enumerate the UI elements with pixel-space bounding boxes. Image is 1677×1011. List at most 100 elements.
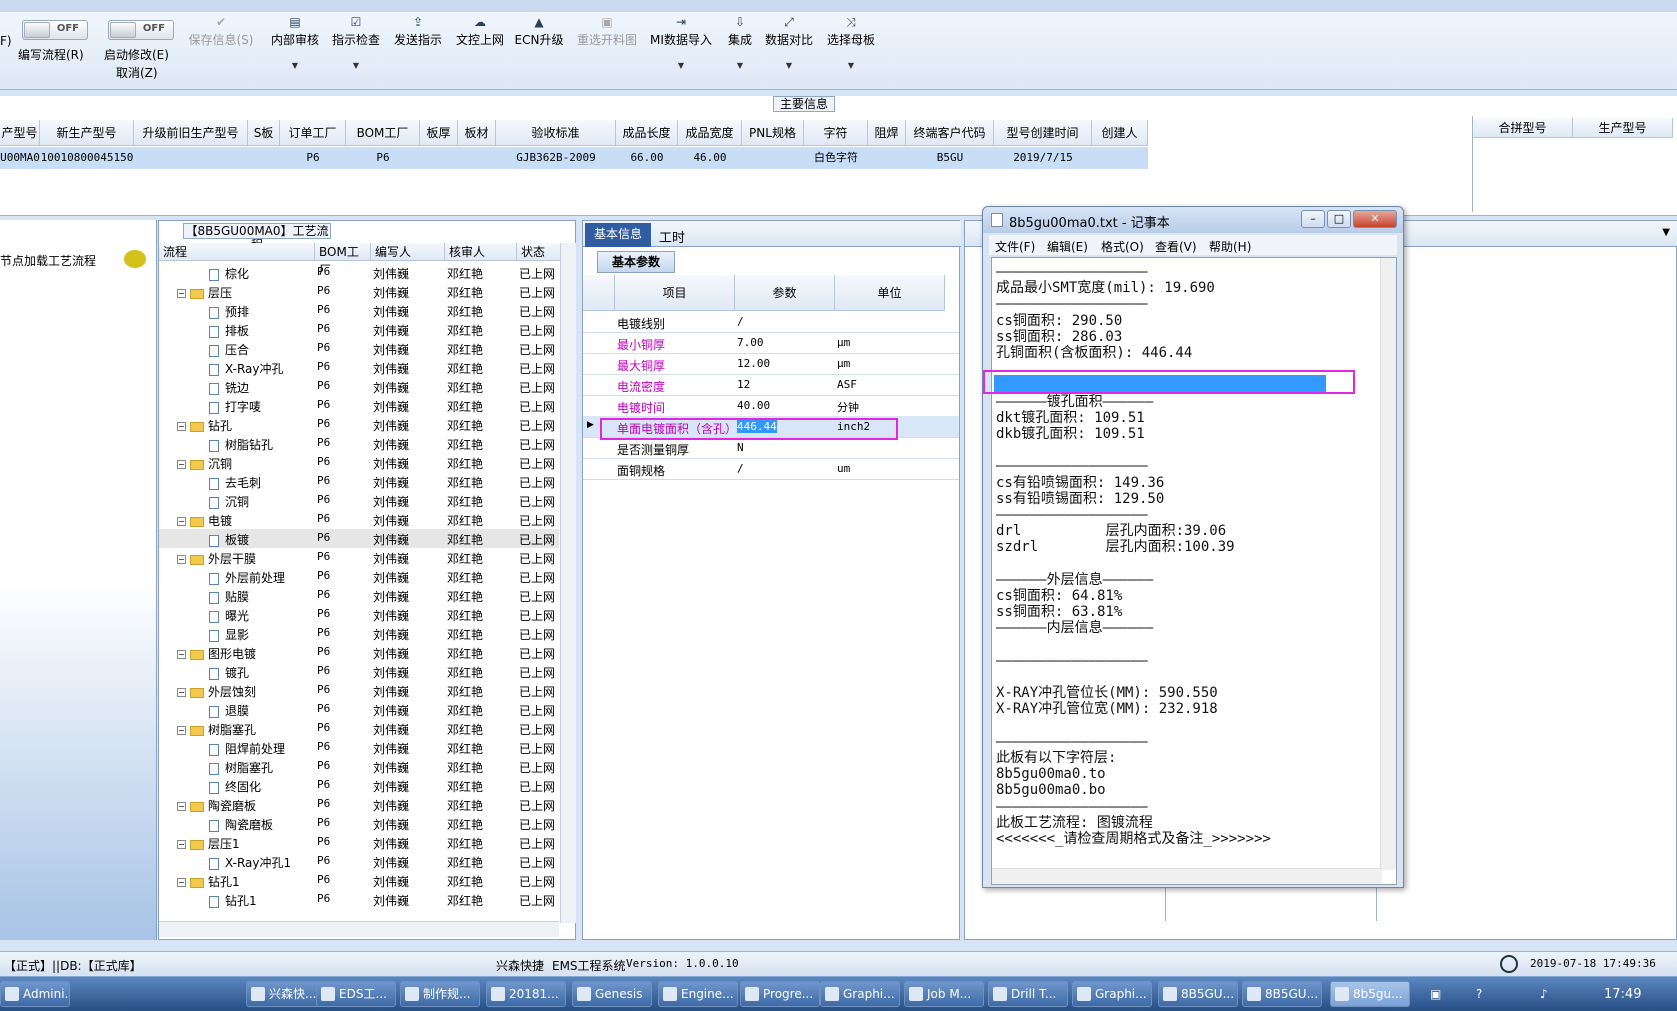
doc-control-online-button[interactable]: ☁ 文控上网 [452,12,508,82]
collapse-icon[interactable]: − [177,840,186,849]
column-header[interactable]: BOM工厂 [315,243,371,277]
param-row[interactable]: 是否测量铜厚 N [583,437,959,459]
tab-basic-info[interactable]: 基本信息 [585,223,651,247]
tree-node[interactable]: − 树脂塞孔 [177,721,256,738]
notepad-horizontal-scrollbar[interactable] [992,868,1382,884]
cell-bom-factory[interactable]: P6 [346,147,420,169]
collapse-icon[interactable]: − [177,422,186,431]
tree-node[interactable]: 压合 [209,341,249,358]
menu-view[interactable]: 查看(V) [1155,238,1197,255]
cell-new-model[interactable]: 10010800045150 [40,147,134,169]
column-header[interactable]: 项目 [615,275,735,311]
tree-node[interactable]: 外层前处理 [209,569,285,586]
tree-row[interactable]: − 外层蚀刻 P6 刘伟巍 邓红艳 已上网 [159,681,559,700]
subtab-basic-params[interactable]: 基本参数 [597,251,675,273]
column-header[interactable]: 新生产型号 [40,120,134,146]
tree-node[interactable]: 树脂钻孔 [209,436,273,453]
dropdown-arrow-icon[interactable]: ▼ [648,58,714,74]
edit-flow-label[interactable]: 编写流程(R) [18,46,84,63]
tree-node[interactable]: 曝光 [209,607,249,624]
menu-help[interactable]: 帮助(H) [1209,238,1251,255]
tree-row[interactable]: 压合 P6 刘伟巍 邓红艳 已上网 [159,339,559,358]
tree-row[interactable]: − 陶瓷磨板 P6 刘伟巍 邓红艳 已上网 [159,795,559,814]
tree-row[interactable]: 打字唛 P6 刘伟巍 邓红艳 已上网 [159,396,559,415]
cancel-label[interactable]: 取消(Z) [116,64,158,81]
column-header[interactable]: 验收标准 [496,120,616,146]
tree-row[interactable]: X-Ray冲孔 P6 刘伟巍 邓红艳 已上网 [159,358,559,377]
tree-row[interactable]: − 沉铜 P6 刘伟巍 邓红艳 已上网 [159,453,559,472]
tree-node[interactable]: 陶瓷磨板 [209,816,273,833]
cell-acceptance-standard[interactable]: GJB362B-2009 [496,147,616,169]
tree-node[interactable]: 钻孔1 [209,892,257,909]
tree-node[interactable]: X-Ray冲孔 [209,360,283,377]
tree-row[interactable]: 钻孔1 P6 刘伟巍 邓红艳 已上网 [159,890,559,909]
tree-row[interactable]: 板镀 P6 刘伟巍 邓红艳 已上网 [159,529,559,548]
collapse-icon[interactable]: − [177,555,186,564]
column-header[interactable]: 编写人 [371,243,445,261]
tree-row[interactable]: 树脂塞孔 P6 刘伟巍 邓红艳 已上网 [159,757,559,776]
chevron-down-icon[interactable]: ▼ [1662,227,1670,238]
param-row[interactable]: 电镀时间 40.00 分钟 [583,395,959,417]
internal-review-button[interactable]: ▤ 内部审核 ▼ [266,12,324,82]
column-header[interactable]: 字符 [804,120,868,146]
tree-row[interactable]: 去毛刺 P6 刘伟巍 邓红艳 已上网 [159,472,559,491]
tree-node[interactable]: 铣边 [209,379,249,396]
tree-node[interactable]: − 外层干膜 [177,550,256,567]
notepad-text-area[interactable]: —————————————————— 成品最小SMT宽度(mil): 19.690… [991,257,1397,885]
taskbar-button[interactable]: EDS工... [316,981,396,1007]
tree-node[interactable]: 棕化 [209,265,249,282]
column-header[interactable]: 创建人 [1092,120,1148,146]
tree-node[interactable]: 树脂塞孔 [209,759,273,776]
collapse-icon[interactable]: − [177,802,186,811]
tree-row[interactable]: 阻焊前处理 P6 刘伟巍 邓红艳 已上网 [159,738,559,757]
column-header[interactable]: 型号创建时间 [994,120,1092,146]
tree-node[interactable]: − 沉铜 [177,455,232,472]
notepad-titlebar[interactable]: 8b5gu00ma0.txt - 记事本 – □ ✕ [983,207,1403,233]
column-header[interactable]: 状态 [517,243,561,261]
column-header[interactable]: S板 [248,120,280,146]
start-modify-toggle[interactable]: OFF [108,20,174,40]
tree-node[interactable]: − 图形电镀 [177,645,256,662]
tree-row[interactable]: − 层压1 P6 刘伟巍 邓红艳 已上网 [159,833,559,852]
tree-node[interactable]: − 外层蚀刻 [177,683,256,700]
tree-row[interactable]: 陶瓷磨板 P6 刘伟巍 邓红艳 已上网 [159,814,559,833]
cell-length[interactable]: 66.00 [616,147,678,169]
tree-row[interactable]: 终固化 P6 刘伟巍 邓红艳 已上网 [159,776,559,795]
param-value[interactable]: / [737,315,744,328]
tree-row[interactable]: − 外层干膜 P6 刘伟巍 邓红艳 已上网 [159,548,559,567]
menu-edit[interactable]: 编辑(E) [1047,238,1088,255]
taskbar-button[interactable]: Graphi... [820,981,900,1007]
tree-row[interactable]: − 图形电镀 P6 刘伟巍 邓红艳 已上网 [159,643,559,662]
tree-row[interactable]: 排板 P6 刘伟巍 邓红艳 已上网 [159,320,559,339]
tree-node[interactable]: − 层压 [177,284,232,301]
tree-row[interactable]: −沉铜1 P6 刘伟巍 邓红艳 已上网 [159,909,559,913]
column-header[interactable]: 生产型号 [1573,118,1673,138]
tree-node[interactable]: 沉铜 [209,493,249,510]
tree-row[interactable]: 贴膜 P6 刘伟巍 邓红艳 已上网 [159,586,559,605]
ecn-upgrade-button[interactable]: ▲ ECN升级 [514,12,564,82]
dropdown-arrow-icon[interactable]: ▼ [764,58,814,74]
integrate-button[interactable]: ⇩ 集成 ▼ [724,12,756,82]
dropdown-arrow-icon[interactable]: ▼ [266,58,324,74]
tree-node[interactable]: 终固化 [209,778,261,795]
tree-row[interactable]: 曝光 P6 刘伟巍 邓红艳 已上网 [159,605,559,624]
tree-row[interactable]: 棕化 P6 刘伟巍 邓红艳 已上网 [159,263,559,282]
column-header[interactable]: 成品长度 [616,120,678,146]
tree-node[interactable]: 排板 [209,322,249,339]
menu-format[interactable]: 格式(O) [1101,238,1144,255]
taskbar-button[interactable]: Drill T... [988,981,1068,1007]
taskbar-button[interactable]: Graphi... [1072,981,1152,1007]
collapse-icon[interactable]: − [177,878,186,887]
taskbar-button[interactable]: Job M... [904,981,984,1007]
taskbar-button[interactable]: Admini... [0,981,70,1007]
tree-row[interactable]: 树脂钻孔 P6 刘伟巍 邓红艳 已上网 [159,434,559,453]
taskbar-clock[interactable]: 17:49 [1604,987,1641,1002]
param-row[interactable]: 最小铜厚 7.00 μm [583,332,959,354]
network-icon[interactable]: ▣ [1430,987,1441,1001]
minimize-button[interactable]: – [1301,210,1325,228]
tree-node[interactable]: − 钻孔 [177,417,232,434]
tree-node[interactable]: 预排 [209,303,249,320]
tree-node[interactable]: 贴膜 [209,588,249,605]
tree-row[interactable]: − 钻孔1 P6 刘伟巍 邓红艳 已上网 [159,871,559,890]
taskbar-button[interactable]: 20181... [486,981,566,1007]
